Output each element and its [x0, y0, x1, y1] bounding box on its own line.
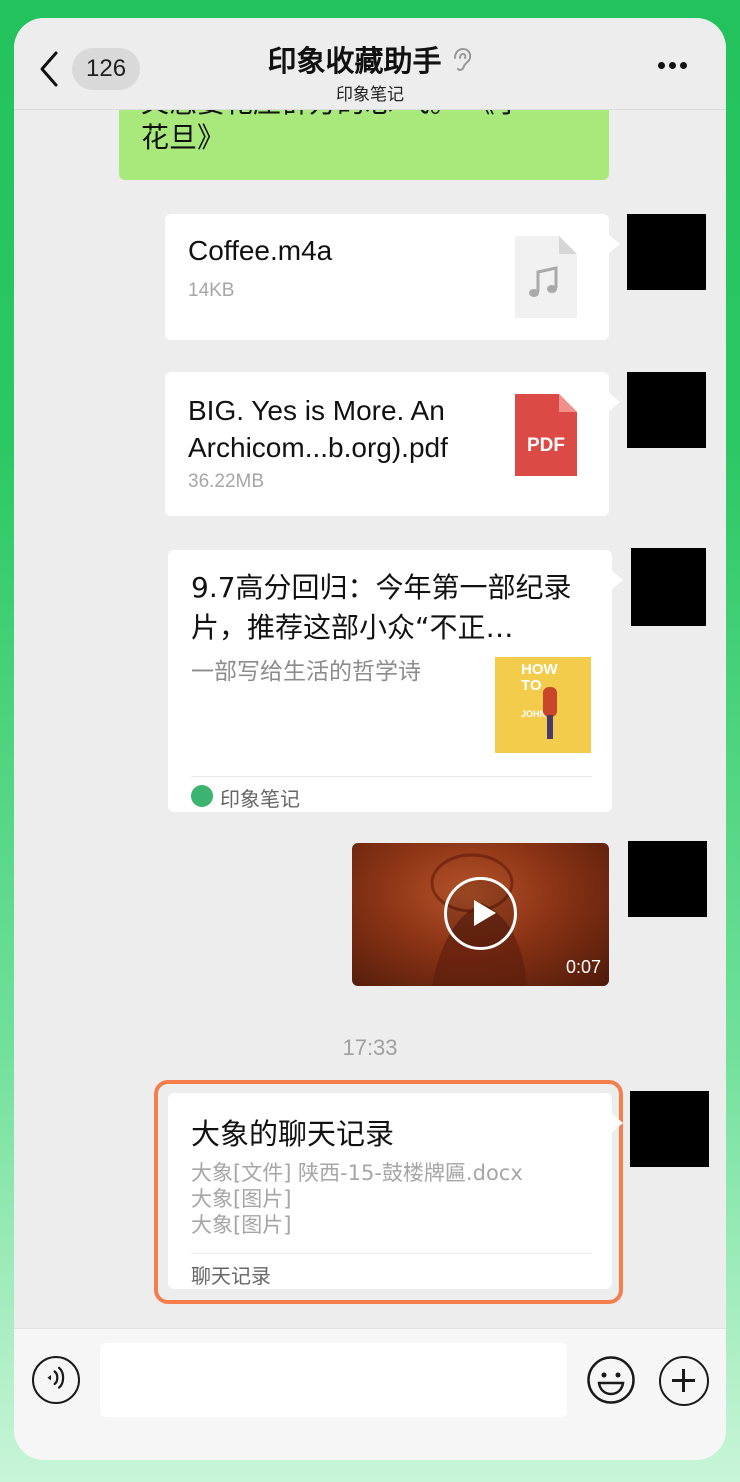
- avatar[interactable]: [628, 841, 707, 917]
- pdf-label: PDF: [527, 435, 565, 456]
- chat-header: 126 印象收藏助手 印象笔记: [14, 18, 726, 110]
- file-name: Coffee.m4a: [188, 235, 333, 266]
- audio-file-message[interactable]: Coffee.m4a 14KB: [165, 214, 620, 340]
- file-size: 36.22MB: [188, 471, 265, 492]
- video-duration: 0:07: [565, 957, 601, 977]
- earpiece-mode-icon: [453, 47, 471, 71]
- chat-record-title: 大象的聊天记录: [191, 1117, 395, 1151]
- pdf-file-icon: PDF: [515, 394, 577, 476]
- play-icon[interactable]: [444, 877, 517, 950]
- emoji-button[interactable]: [586, 1355, 636, 1405]
- avatar[interactable]: [630, 1091, 709, 1167]
- input-bar: [14, 1328, 726, 1460]
- chat-record-line: 大象[图片]: [191, 1213, 292, 1237]
- chat-record-message[interactable]: 大象的聊天记录 大象[文件] 陕西-15-鼓楼牌匾.docx 大象[图片] 大象…: [168, 1093, 623, 1289]
- bubble-text-line: 又怎要花压群方的芯 飞。 《小: [141, 110, 587, 120]
- message-input[interactable]: [100, 1343, 567, 1417]
- dot-icon: [658, 62, 665, 69]
- evernote-icon: [191, 785, 213, 807]
- bubble-text-line: 花旦》: [141, 121, 226, 154]
- chat-screen: 126 印象收藏助手 印象笔记 又怎要花压群方的芯 飞。 《小 花旦》 Coff…: [14, 18, 726, 1460]
- thumb-text: HOW: [521, 661, 558, 678]
- file-name-line: Archicom...b.org).pdf: [188, 432, 448, 463]
- article-source: 印象笔记: [220, 787, 300, 811]
- avatar[interactable]: [627, 372, 706, 448]
- avatar[interactable]: [627, 214, 706, 290]
- thumb-figure-legs: [547, 715, 553, 739]
- plus-icon[interactable]: [659, 1356, 709, 1406]
- dot-icon: [669, 62, 676, 69]
- avatar[interactable]: [631, 548, 706, 626]
- article-card-message[interactable]: 9.7高分回归：今年第一部纪录片，推荐这部小众“不正… 一部写给生活的哲学诗 H…: [168, 550, 623, 812]
- voice-button[interactable]: [32, 1356, 80, 1404]
- article-title: 9.7高分回归：今年第一部纪录片，推荐这部小众“不正…: [191, 571, 572, 644]
- emoji-icon: [587, 1356, 635, 1404]
- music-note-icon: [515, 236, 577, 318]
- dot-icon: [680, 62, 687, 69]
- pdf-file-message[interactable]: BIG. Yes is More. An Archicom...b.org).p…: [165, 372, 620, 516]
- voice-icon: [47, 1366, 65, 1389]
- file-name-line: BIG. Yes is More. An: [188, 395, 445, 426]
- chat-record-footer: 聊天记录: [191, 1264, 271, 1288]
- more-options-button[interactable]: [656, 54, 696, 84]
- article-description: 一部写给生活的哲学诗: [191, 659, 421, 685]
- thumb-text: TO: [521, 677, 542, 694]
- divider: [191, 1253, 592, 1254]
- article-thumbnail: HOW TO JOHN: [495, 657, 591, 753]
- message-timestamp: 17:33: [342, 1035, 398, 1060]
- sent-text-bubble[interactable]: 又怎要花压群方的芯 飞。 《小 花旦》: [119, 110, 609, 180]
- thumb-figure: [543, 687, 557, 717]
- chat-title: 印象收藏助手: [267, 44, 442, 78]
- file-size: 14KB: [188, 280, 235, 301]
- video-message[interactable]: 0:07: [352, 843, 609, 986]
- divider: [191, 776, 592, 777]
- message-list[interactable]: 又怎要花压群方的芯 飞。 《小 花旦》 Coffee.m4a 14KB BIG.…: [14, 110, 726, 1328]
- title-wrap: 印象收藏助手: [14, 38, 726, 80]
- chat-subtitle: 印象笔记: [336, 85, 404, 105]
